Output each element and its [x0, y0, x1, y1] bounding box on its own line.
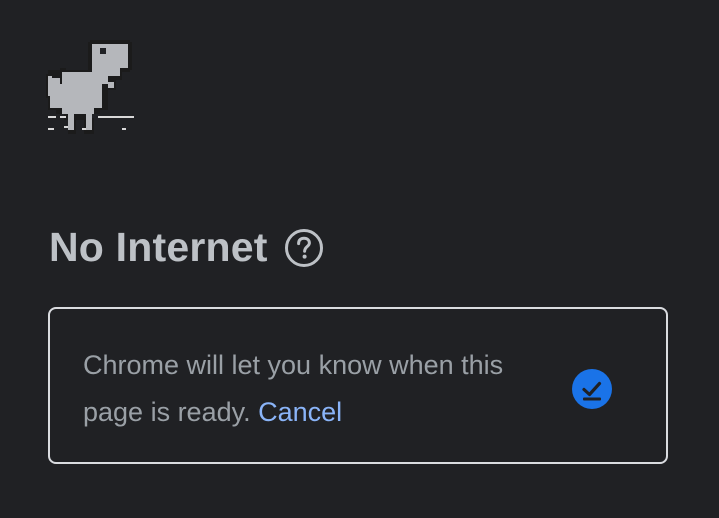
page-title: No Internet	[49, 224, 268, 270]
dino-icon	[46, 40, 134, 134]
error-title-row: No Internet	[49, 224, 324, 271]
download-later-card: Chrome will let you know when this page …	[48, 307, 668, 464]
notice-message-block: Chrome will let you know when this page …	[83, 342, 513, 436]
cancel-link[interactable]: Cancel	[258, 397, 342, 427]
offline-download-scheduled-icon	[572, 369, 612, 409]
help-circle-icon[interactable]	[284, 228, 324, 268]
